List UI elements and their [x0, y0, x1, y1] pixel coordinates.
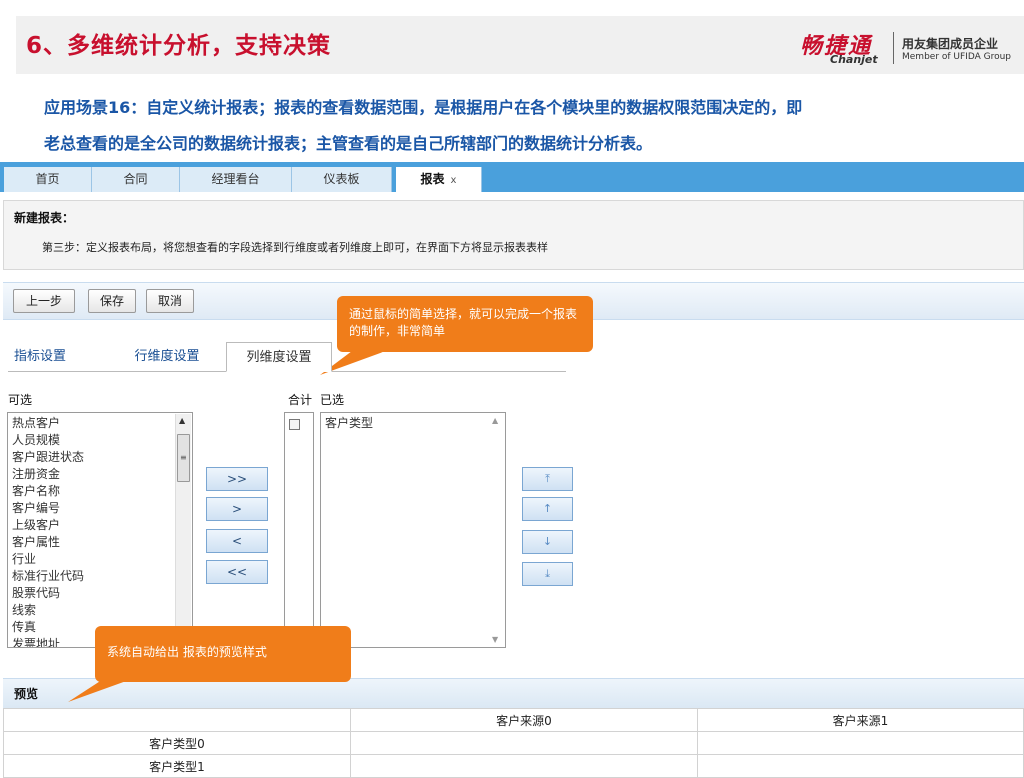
tab-home[interactable]: 首页	[4, 167, 92, 192]
cancel-button[interactable]: 取消	[146, 289, 194, 313]
brand-group-en: Member of UFIDA Group	[902, 52, 1012, 62]
grip-icon: ≡	[180, 453, 187, 462]
list-item[interactable]: 客户编号	[12, 500, 84, 517]
table-cell	[3, 708, 351, 732]
brand-logo-en: Chanjet	[830, 53, 878, 66]
list-item[interactable]: 发票地址	[12, 636, 84, 647]
tab-label: 仪表板	[323, 172, 360, 186]
table-cell	[350, 731, 698, 755]
remove-all-button[interactable]: <<	[206, 560, 268, 584]
remove-button[interactable]: <	[206, 529, 268, 553]
sum-label: 合计	[288, 393, 313, 407]
tab-contract[interactable]: 合同	[92, 167, 180, 192]
callout-select-tip: 通过鼠标的简单选择，就可以完成一个报表的制作，非常简单	[337, 296, 593, 352]
callout-preview-tip: 系统自动给出 报表的预览样式	[95, 626, 351, 682]
tab-row-dimension-settings[interactable]: 行维度设置	[112, 342, 222, 372]
available-fields-list[interactable]: 热点客户 人员规模 客户跟进状态 注册资金 客户名称 客户编号 上级客户 客户属…	[7, 412, 193, 648]
list-item[interactable]: 客户跟进状态	[12, 449, 84, 466]
tab-report[interactable]: 报表 x	[396, 167, 482, 192]
move-bottom-button[interactable]: ⤓	[522, 562, 573, 586]
arrow-down-icon: ↓	[542, 535, 553, 548]
selected-items: 客户类型	[325, 415, 373, 432]
preview-bar	[3, 678, 1024, 708]
list-item[interactable]: 注册资金	[12, 466, 84, 483]
tab-label: 首页	[35, 172, 60, 186]
tab-label: 经理看台	[211, 172, 260, 186]
scroll-up-icon[interactable]: ▲	[179, 416, 185, 425]
tab-label: 合同	[123, 172, 148, 186]
table-row-header: 客户类型0	[3, 731, 351, 755]
preview-title: 预览	[14, 687, 39, 701]
available-scrollbar[interactable]: ▲ ≡	[175, 414, 191, 646]
brand-separator	[893, 32, 894, 64]
table-cell	[350, 754, 698, 778]
list-item[interactable]: 标准行业代码	[12, 568, 84, 585]
list-item[interactable]: 热点客户	[12, 415, 84, 432]
move-bottom-icon: ⤓	[545, 567, 550, 580]
table-header-cell: 客户来源0	[350, 708, 698, 732]
list-item[interactable]: 客户属性	[12, 534, 84, 551]
brand-group-cn: 用友集团成员企业	[902, 37, 999, 51]
selected-scrollbar[interactable]: ▲ ▼	[489, 414, 504, 646]
info-title: 新建报表：	[14, 211, 75, 225]
table-header-cell: 客户来源1	[697, 708, 1024, 732]
list-item[interactable]: 上级客户	[12, 517, 84, 534]
list-item[interactable]: 客户类型	[325, 415, 373, 432]
save-button[interactable]: 保存	[88, 289, 136, 313]
table-cell	[697, 754, 1024, 778]
list-item[interactable]: 线索	[12, 602, 84, 619]
scroll-down-icon[interactable]: ▼	[492, 635, 498, 644]
tab-manager-dashboard[interactable]: 经理看台	[180, 167, 292, 192]
available-items: 热点客户 人员规模 客户跟进状态 注册资金 客户名称 客户编号 上级客户 客户属…	[12, 415, 84, 647]
prev-step-button[interactable]: 上一步	[13, 289, 75, 313]
list-item[interactable]: 人员规模	[12, 432, 84, 449]
scroll-up-icon[interactable]: ▲	[492, 416, 498, 425]
tab-indicator-settings[interactable]: 指标设置	[8, 342, 108, 372]
sum-checkbox[interactable]	[289, 419, 300, 430]
info-step-text: 第三步：定义报表布局，将您想查看的字段选择到行维度或者列维度上即可，在界面下方将…	[42, 241, 548, 254]
table-row: 客户类型1	[3, 754, 1024, 778]
close-icon[interactable]: x	[451, 175, 457, 186]
move-top-icon: ⤒	[545, 472, 550, 485]
slide-title: 6、多维统计分析，支持决策	[26, 33, 332, 59]
info-box	[3, 200, 1024, 270]
scroll-thumb[interactable]: ≡	[177, 434, 190, 482]
list-item[interactable]: 传真	[12, 619, 84, 636]
tab-instrument-panel[interactable]: 仪表板	[292, 167, 392, 192]
list-item[interactable]: 客户名称	[12, 483, 84, 500]
scenario-text-line1: 应用场景16：自定义统计报表；报表的查看数据范围，是根据用户在各个模块里的数据权…	[44, 98, 803, 117]
table-row-header: 客户类型1	[3, 754, 351, 778]
available-label: 可选	[8, 393, 33, 407]
table-cell	[697, 731, 1024, 755]
sum-column-box	[284, 412, 314, 648]
brand-logo: 畅捷通 Chanjet 用友集团成员企业 Member of UFIDA Gro…	[800, 28, 1020, 68]
add-button[interactable]: >	[206, 497, 268, 521]
table-row: 客户类型0	[3, 731, 1024, 755]
move-top-button[interactable]: ⤒	[522, 467, 573, 491]
tab-column-dimension-settings[interactable]: 列维度设置	[226, 342, 332, 372]
arrow-up-icon: ↑	[542, 502, 553, 515]
table-header-row: 客户来源0 客户来源1	[3, 708, 1024, 732]
list-item[interactable]: 行业	[12, 551, 84, 568]
move-down-button[interactable]: ↓	[522, 530, 573, 554]
selected-fields-list[interactable]: 客户类型 ▲ ▼	[320, 412, 506, 648]
tab-label: 报表	[420, 172, 445, 186]
selected-label: 已选	[320, 393, 345, 407]
move-up-button[interactable]: ↑	[522, 497, 573, 521]
list-item[interactable]: 股票代码	[12, 585, 84, 602]
scenario-text-line2: 老总查看的是全公司的数据统计报表；主管查看的是自己所辖部门的数据统计分析表。	[44, 134, 653, 153]
add-all-button[interactable]: >>	[206, 467, 268, 491]
